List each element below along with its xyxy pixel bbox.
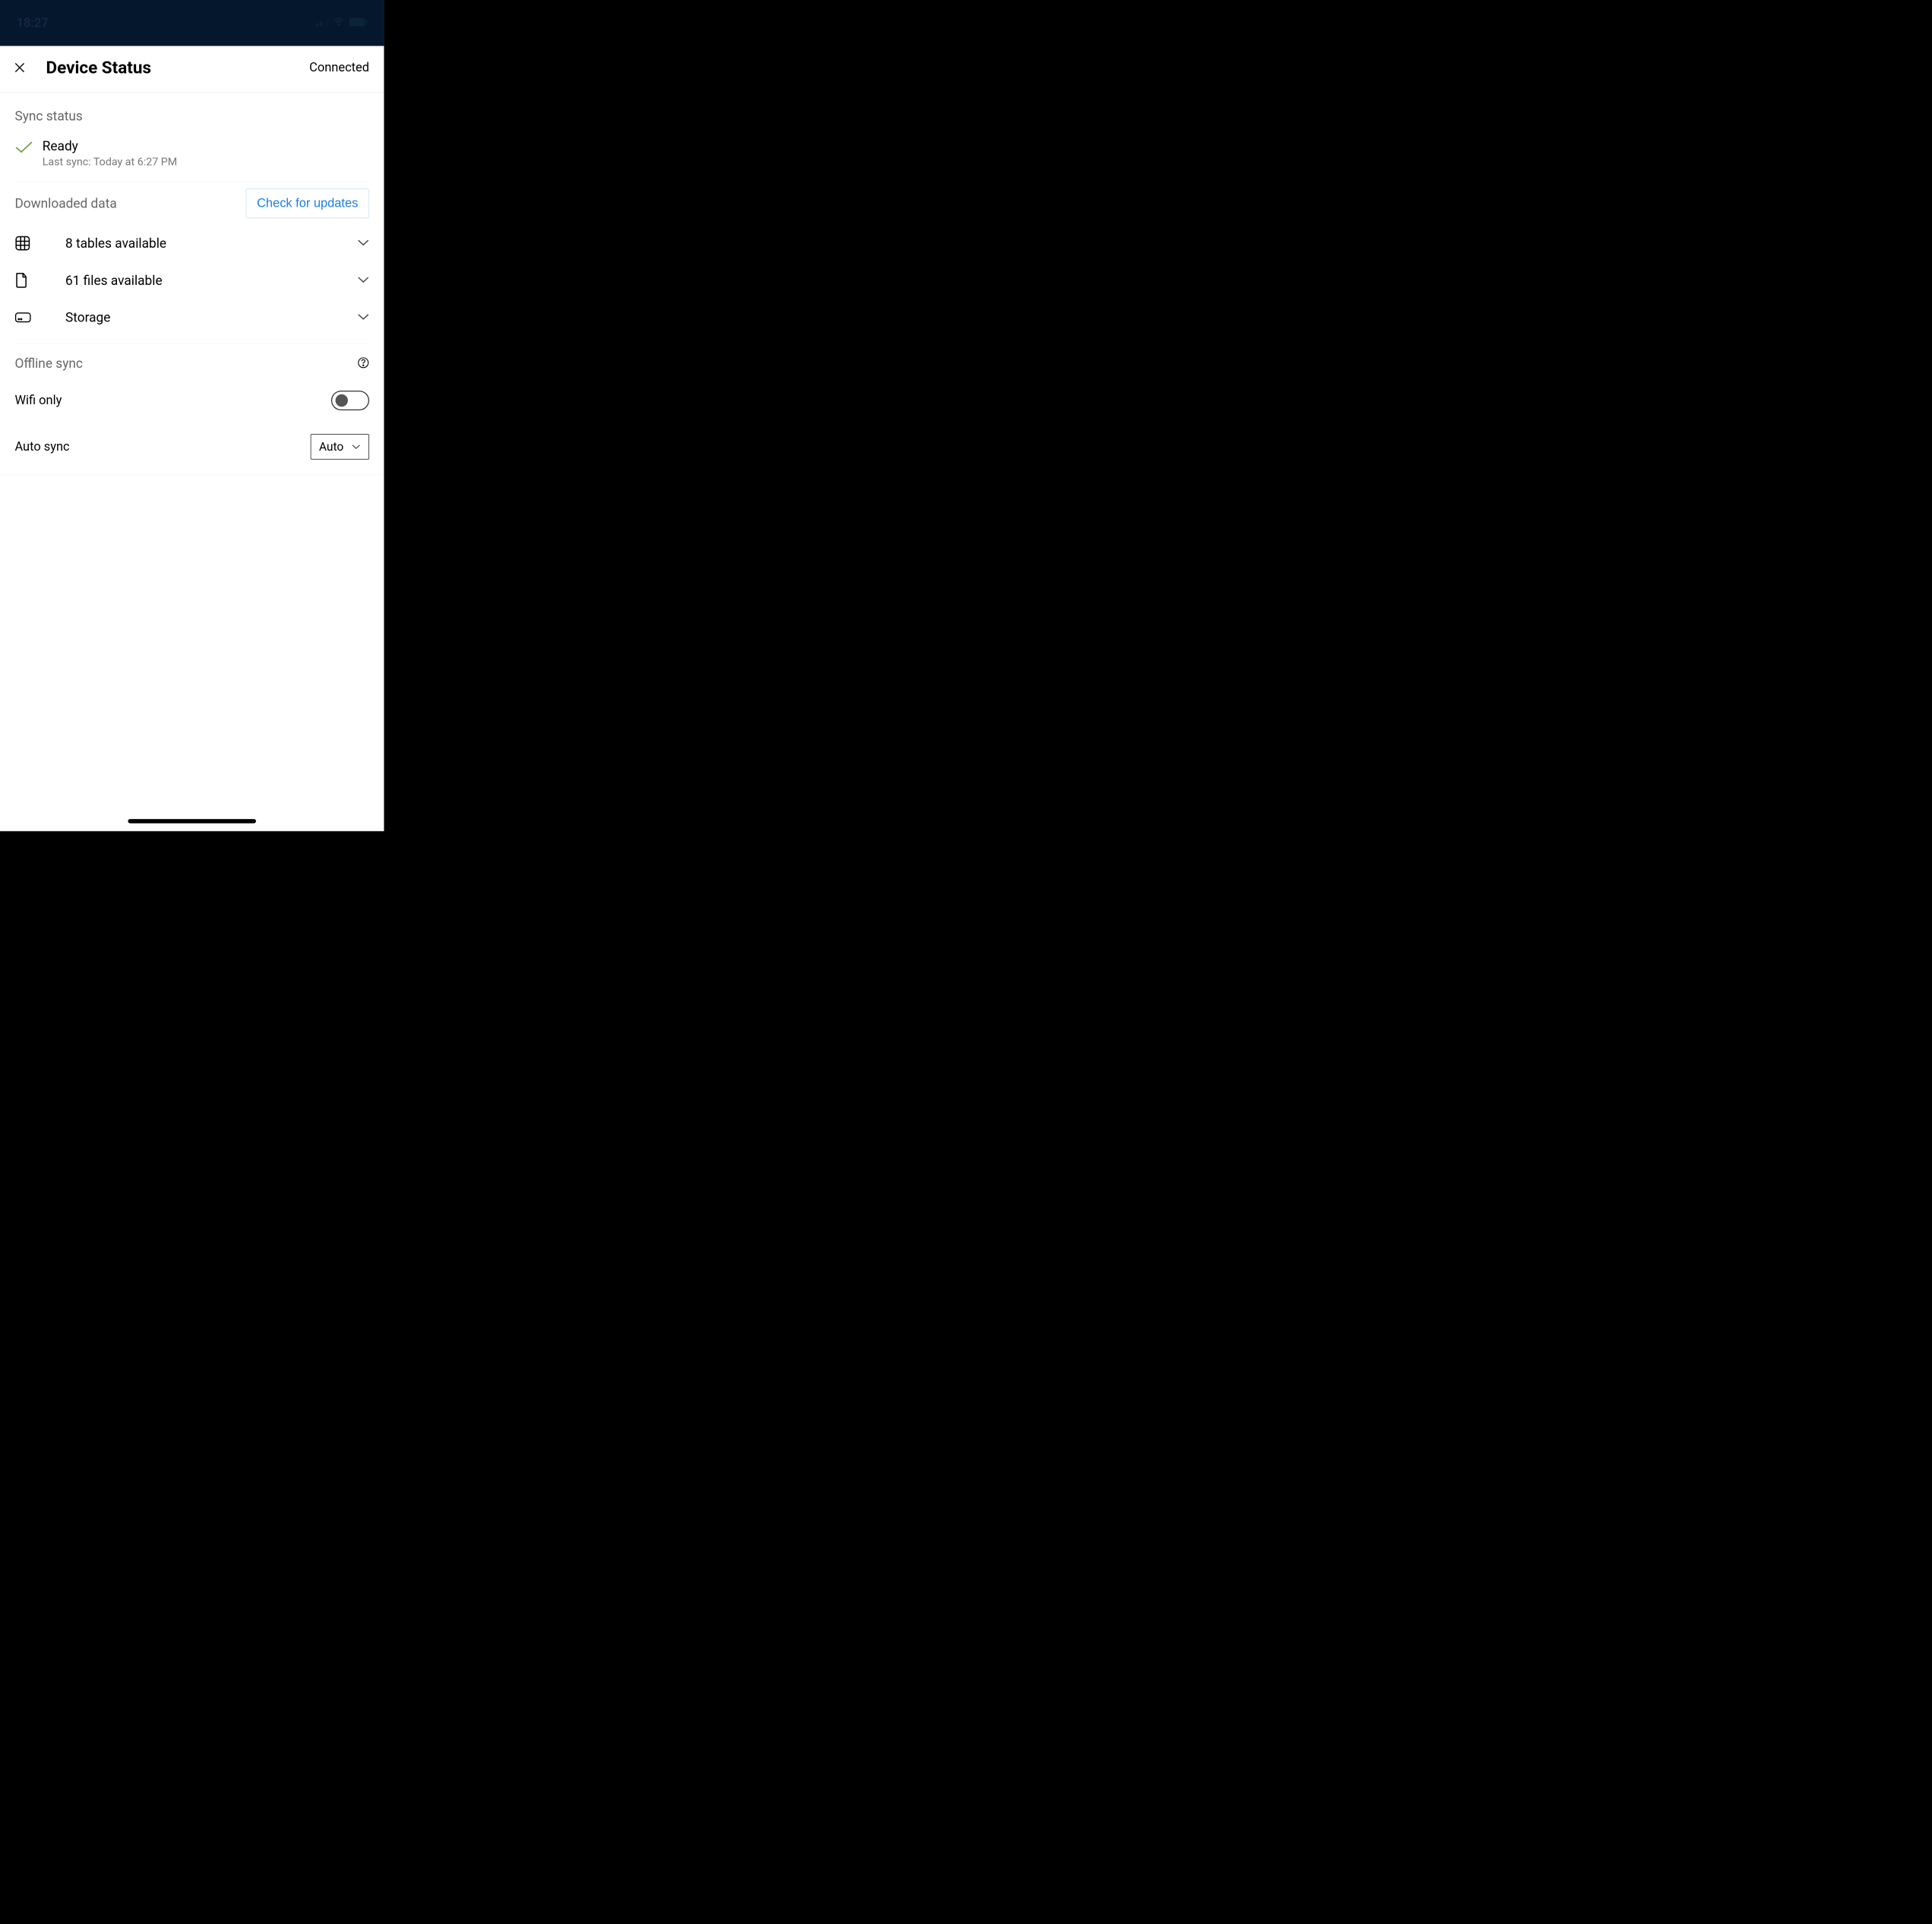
header-left: Device Status: [13, 58, 151, 78]
offline-sync-header-row: Offline sync: [14, 343, 369, 378]
downloaded-data-header-row: Downloaded data Check for updates: [14, 182, 369, 225]
last-sync-text: Last sync: Today at 6:27 PM: [43, 156, 177, 169]
auto-sync-dropdown[interactable]: Auto: [311, 434, 369, 460]
auto-sync-row: Auto sync Auto: [14, 422, 369, 472]
downloaded-data-header: Downloaded data: [14, 195, 116, 210]
page-header: Device Status Connected: [0, 46, 384, 92]
check-icon: [14, 141, 33, 155]
status-bar: 18:27: [0, 0, 384, 46]
wifi-only-toggle[interactable]: [331, 391, 369, 410]
cellular-icon: [316, 17, 328, 29]
chevron-down-icon: [352, 444, 361, 449]
wifi-only-label: Wifi only: [14, 394, 62, 408]
close-icon: [14, 62, 25, 73]
battery-icon: [349, 17, 368, 29]
help-icon: [357, 356, 369, 369]
chevron-down-icon: [357, 313, 369, 321]
wifi-only-row: Wifi only: [14, 379, 369, 422]
storage-section-wrapper: Storage: [14, 299, 369, 344]
storage-row[interactable]: Storage: [14, 299, 369, 336]
sync-status-row: Ready Last sync: Today at 6:27 PM: [14, 131, 369, 182]
auto-sync-label: Auto sync: [14, 439, 69, 454]
auto-sync-value: Auto: [319, 440, 343, 454]
status-icons: [316, 17, 367, 29]
offline-sync-header: Offline sync: [14, 356, 83, 371]
storage-icon: [14, 312, 31, 324]
home-indicator[interactable]: [128, 819, 255, 824]
chevron-down-icon: [357, 239, 369, 247]
connection-status: Connected: [309, 60, 369, 74]
status-time: 18:27: [17, 16, 49, 30]
tables-row-left: 8 tables available: [14, 236, 166, 252]
table-icon: [14, 236, 31, 252]
files-label: 61 files available: [65, 273, 163, 288]
close-button[interactable]: [13, 61, 26, 74]
file-icon: [14, 272, 31, 289]
sync-status-section: Sync status Ready Last sync: Today at 6:…: [0, 93, 384, 182]
files-row-left: 61 files available: [14, 272, 162, 289]
sync-status-text: Ready: [43, 138, 177, 153]
chevron-down-icon: [357, 277, 369, 284]
sync-info: Ready Last sync: Today at 6:27 PM: [43, 138, 177, 169]
downloaded-data-section: Downloaded data Check for updates 8 tabl…: [0, 182, 384, 343]
page-title: Device Status: [46, 58, 151, 78]
toggle-knob: [336, 394, 348, 407]
sync-status-header: Sync status: [14, 93, 369, 131]
tables-label: 8 tables available: [65, 236, 166, 251]
check-updates-button[interactable]: Check for updates: [245, 188, 369, 218]
tables-row[interactable]: 8 tables available: [14, 225, 369, 261]
help-button[interactable]: [357, 356, 369, 369]
storage-row-left: Storage: [14, 309, 110, 324]
files-row[interactable]: 61 files available: [14, 261, 369, 299]
phone-screen: 18:27: [0, 0, 384, 831]
offline-sync-section: Offline sync Wifi only Auto sync Auto: [0, 343, 384, 475]
storage-label: Storage: [65, 309, 110, 324]
wifi-icon: [333, 17, 345, 29]
